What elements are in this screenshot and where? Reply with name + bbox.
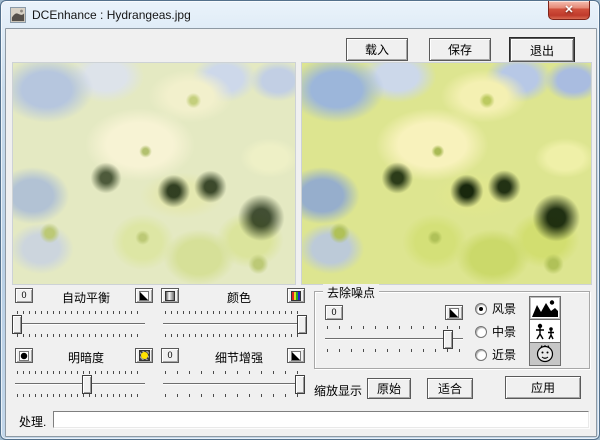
- slider-track[interactable]: [15, 323, 145, 325]
- tick-marks: [165, 394, 299, 397]
- detail-max-button[interactable]: [287, 348, 305, 363]
- scene-icon-stack: [529, 296, 561, 366]
- apply-button[interactable]: 应用: [505, 376, 581, 399]
- close-button[interactable]: ✕: [548, 1, 590, 20]
- tick-marks: [17, 394, 143, 397]
- auto-balance-slider-thumb[interactable]: [12, 315, 23, 334]
- radio-medium-shot[interactable]: 中景: [475, 323, 516, 340]
- noise-slider-thumb[interactable]: [442, 330, 453, 349]
- progress-bar: [53, 411, 589, 428]
- color-slider[interactable]: [161, 310, 307, 338]
- slider-track[interactable]: [163, 383, 301, 385]
- brightness-bright-button[interactable]: [135, 348, 153, 363]
- hydrangea-photo-original: [13, 63, 295, 284]
- zoom-original-button[interactable]: 原始: [367, 378, 411, 399]
- hydrangea-photo-enhanced: [302, 63, 591, 284]
- auto-balance-reset-button[interactable]: 0: [15, 288, 33, 303]
- color-min-button[interactable]: [161, 288, 179, 303]
- window-title: DCEnhance : Hydrangeas.jpg: [32, 7, 191, 22]
- tick-marks: [17, 371, 143, 374]
- zoom-display-label: 缩放显示: [314, 384, 363, 398]
- auto-balance-label: 自动平衡: [62, 291, 111, 305]
- contrast-triangle-icon: [449, 307, 459, 318]
- noise-removal-title: 去除噪点: [323, 284, 380, 301]
- radio-close-up[interactable]: 近景: [475, 346, 516, 363]
- detail-slider[interactable]: [161, 370, 306, 398]
- contrast-triangle-icon: [291, 350, 301, 361]
- tick-marks: [17, 334, 143, 337]
- enhanced-image-preview[interactable]: [301, 62, 592, 285]
- original-image-preview[interactable]: [12, 62, 296, 285]
- radio-landscape[interactable]: 风景: [475, 300, 516, 317]
- tick-marks: [17, 311, 143, 314]
- brightness-slider-thumb[interactable]: [81, 375, 92, 394]
- color-label: 颜色: [227, 291, 252, 305]
- radio-close-up-label: 近景: [492, 348, 517, 362]
- landscape-scene-icon[interactable]: [529, 296, 561, 320]
- processing-label: 处理.: [19, 415, 47, 429]
- noise-reset-button[interactable]: 0: [325, 305, 343, 320]
- noise-slider[interactable]: [323, 325, 465, 353]
- dark-dot-icon: [19, 350, 29, 361]
- radio-circle[interactable]: [475, 302, 487, 315]
- color-max-button[interactable]: [287, 288, 305, 303]
- noise-removal-group: 去除噪点 0 风景 中景 近景: [314, 284, 590, 369]
- tick-marks: [327, 326, 461, 329]
- radio-medium-shot-label: 中景: [492, 325, 517, 339]
- radio-circle[interactable]: [475, 325, 487, 338]
- rgb-palette-icon: [291, 290, 301, 301]
- detail-slider-thumb[interactable]: [295, 375, 306, 394]
- radio-circle[interactable]: [475, 348, 487, 361]
- brightness-label: 明暗度: [68, 351, 105, 365]
- radio-landscape-label: 风景: [492, 302, 517, 316]
- noise-max-button[interactable]: [445, 305, 463, 320]
- color-slider-thumb[interactable]: [296, 315, 307, 334]
- app-window: DCEnhance : Hydrangeas.jpg ✕ 载入 保存 退出 0 …: [0, 0, 600, 440]
- gray-gradient-icon: [165, 290, 175, 301]
- load-button[interactable]: 载入: [346, 38, 408, 61]
- auto-balance-slider[interactable]: [12, 310, 147, 338]
- dialog-client-area: 载入 保存 退出 0 自动平衡 颜色 明暗度 0 细节增强 去除噪点 0 风景 …: [5, 28, 597, 437]
- save-button[interactable]: 保存: [429, 38, 491, 61]
- tick-marks: [165, 371, 299, 374]
- people-scene-icon[interactable]: [529, 319, 561, 343]
- app-icon: [10, 6, 26, 23]
- tick-marks: [165, 334, 299, 337]
- sun-icon: [138, 350, 150, 361]
- slider-track[interactable]: [15, 383, 145, 385]
- exit-button[interactable]: 退出: [510, 38, 574, 62]
- detail-label: 细节增强: [215, 351, 264, 365]
- brightness-slider[interactable]: [13, 370, 147, 398]
- auto-balance-max-button[interactable]: [135, 288, 153, 303]
- contrast-triangle-icon: [139, 290, 149, 301]
- brightness-dark-button[interactable]: [15, 348, 33, 363]
- face-scene-icon[interactable]: [529, 342, 561, 366]
- zoom-fit-button[interactable]: 适合: [427, 378, 473, 399]
- slider-track[interactable]: [163, 323, 301, 325]
- tick-marks: [165, 311, 299, 314]
- title-bar[interactable]: DCEnhance : Hydrangeas.jpg ✕: [1, 1, 599, 28]
- tick-marks: [327, 349, 461, 352]
- detail-reset-button[interactable]: 0: [161, 348, 179, 363]
